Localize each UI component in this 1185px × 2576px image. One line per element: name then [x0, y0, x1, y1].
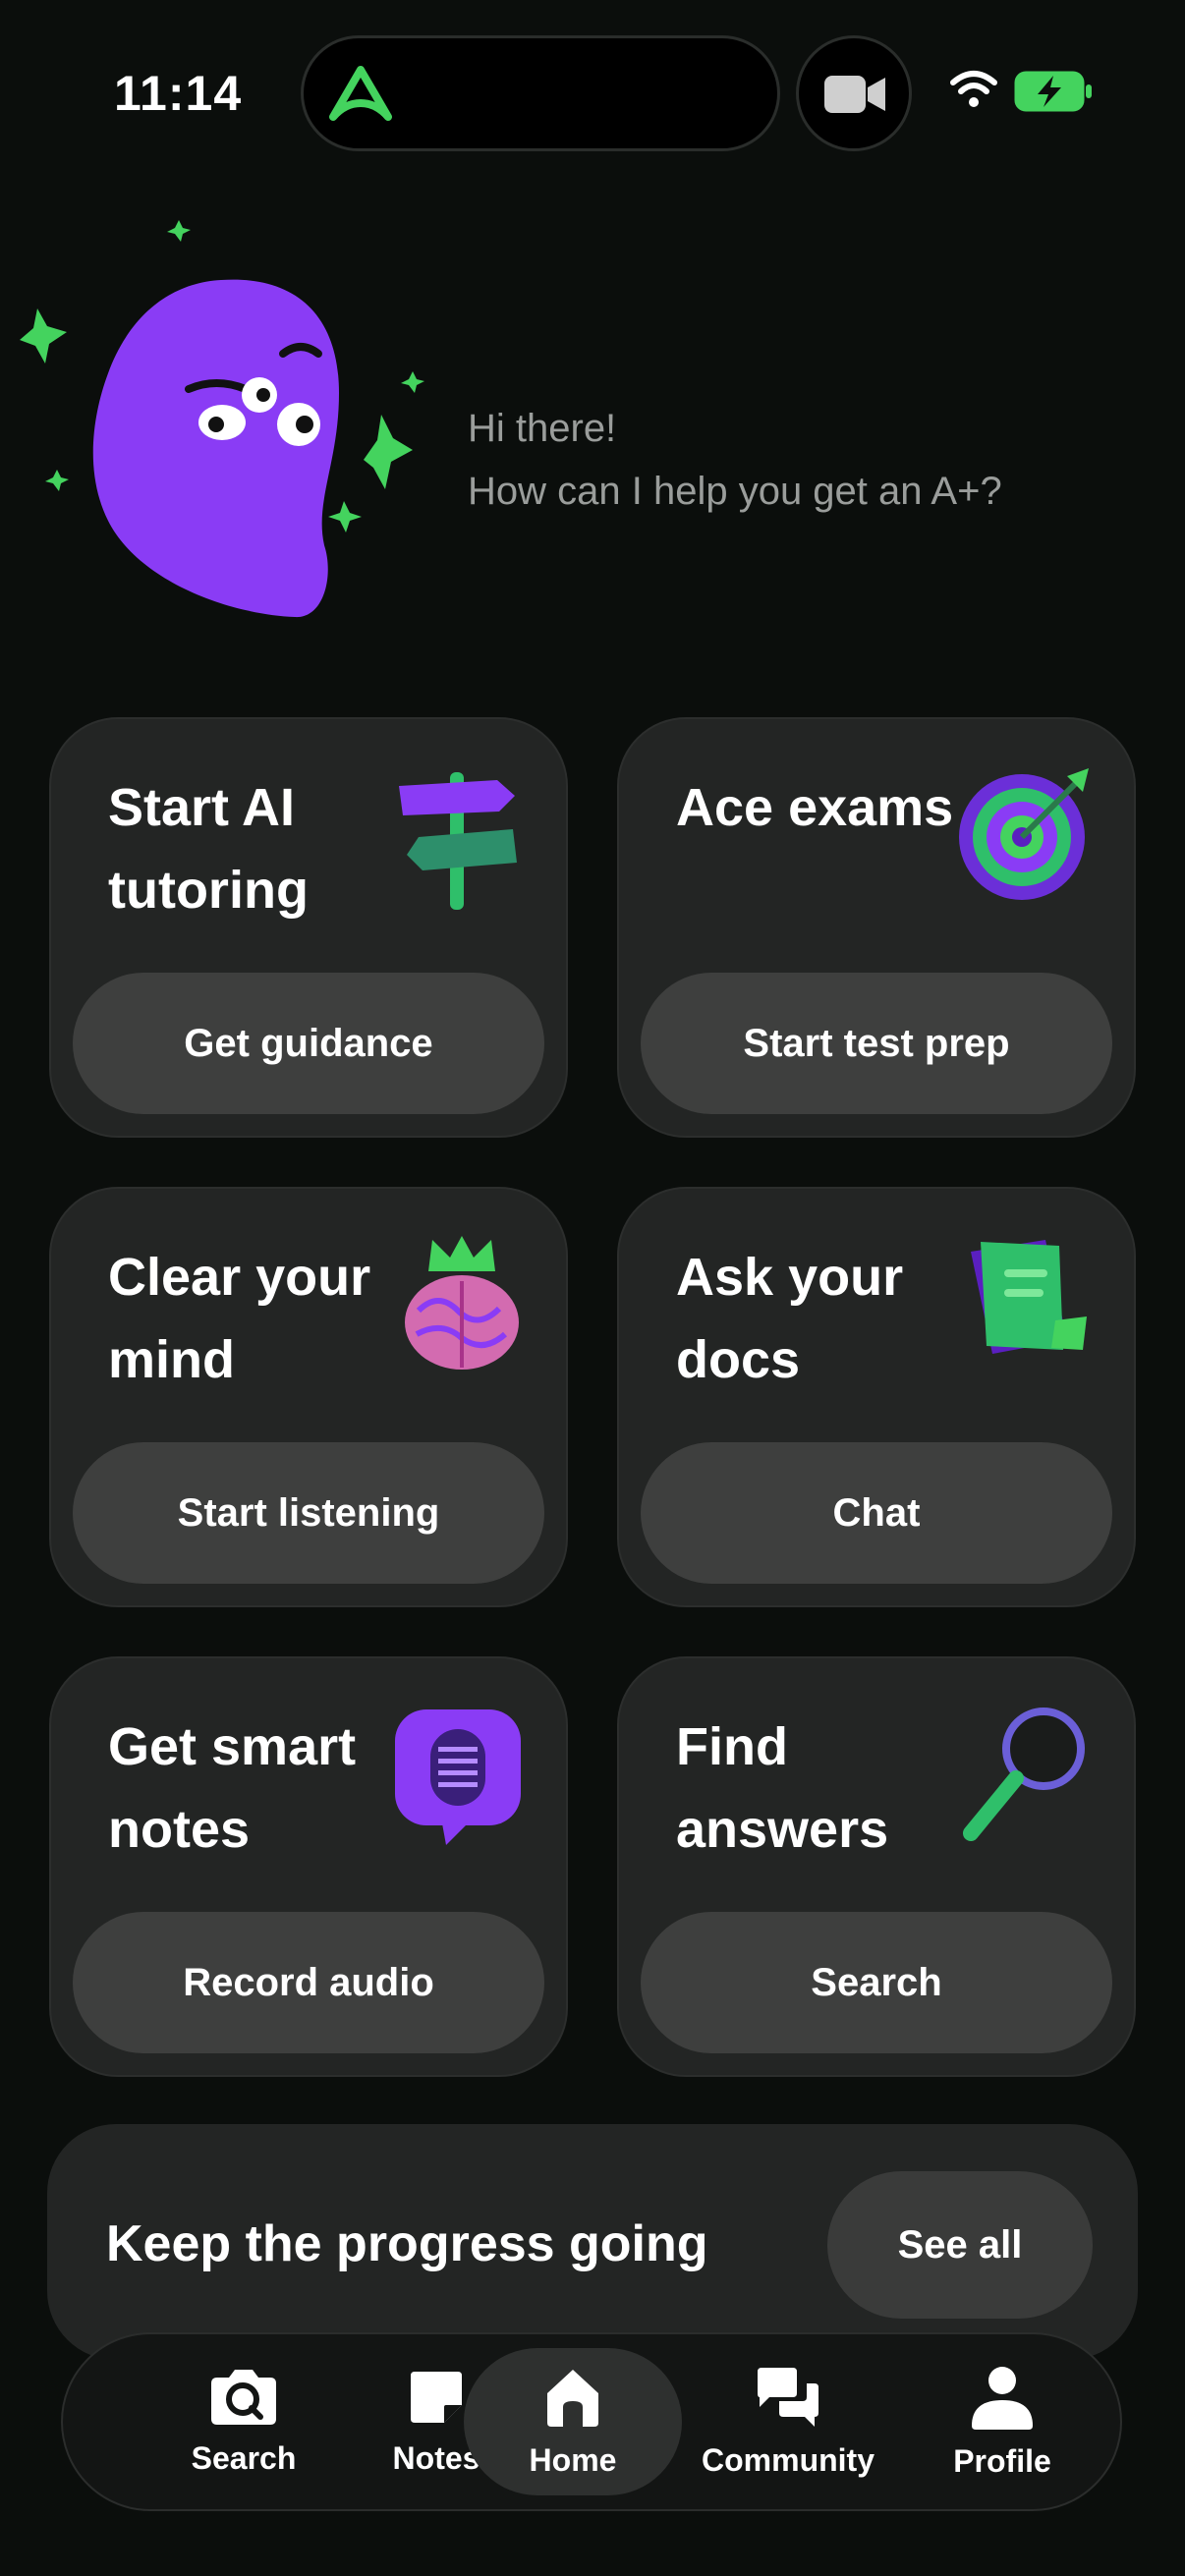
dynamic-island: [301, 35, 780, 151]
card-clear-your-mind[interactable]: Clear your mind Start listening: [49, 1187, 568, 1607]
search-button[interactable]: Search: [641, 1912, 1112, 2053]
card-title: Ask your docs: [676, 1248, 904, 1389]
tab-label: Search: [191, 2439, 297, 2476]
target-icon: [959, 768, 1089, 900]
card-title: Start AI tutoring: [108, 778, 309, 920]
card-get-smart-notes[interactable]: Get smart notes Record audio: [49, 1656, 568, 2077]
card-ace-exams[interactable]: Ace exams Start test prep: [617, 717, 1136, 1138]
tab-profile[interactable]: Profile: [904, 2334, 1100, 2509]
chat-bubbles-icon: [758, 2367, 818, 2427]
tab-label: Profile: [953, 2442, 1051, 2479]
get-guidance-button[interactable]: Get guidance: [73, 973, 544, 1114]
card-title: Ace exams: [676, 778, 954, 837]
chat-button[interactable]: Chat: [641, 1442, 1112, 1584]
card-ask-your-docs[interactable]: Ask your docs Chat: [617, 1187, 1136, 1607]
card-find-answers[interactable]: Find answers Search: [617, 1656, 1136, 2077]
wifi-icon: [950, 71, 997, 107]
status-time: 11:14: [114, 66, 243, 121]
video-camera-icon: [824, 76, 885, 113]
app-logo-icon: [329, 66, 392, 121]
tab-home[interactable]: Home: [464, 2348, 682, 2495]
brain-crown-icon: [405, 1236, 519, 1370]
record-audio-button[interactable]: Record audio: [73, 1912, 544, 2053]
bottom-tab-bar: Search Notes Home Community Profile: [61, 2332, 1122, 2511]
microphone-bubble-icon: [395, 1709, 521, 1845]
tab-label: Community: [702, 2441, 875, 2478]
greeting-text: Hi there! How can I help you get an A+?: [468, 397, 1002, 523]
progress-section: Keep the progress going See all: [47, 2124, 1138, 2360]
see-all-button[interactable]: See all: [827, 2171, 1093, 2319]
card-title: Get smart notes: [108, 1717, 357, 1859]
tab-community[interactable]: Community: [690, 2334, 886, 2509]
greeting-line-1: Hi there!: [468, 407, 617, 450]
start-test-prep-button[interactable]: Start test prep: [641, 973, 1112, 1114]
camera-indicator: [796, 35, 912, 151]
note-icon: [411, 2371, 462, 2423]
battery-charging-icon: [1014, 71, 1092, 112]
person-icon: [972, 2366, 1033, 2430]
card-title: Find answers: [676, 1717, 889, 1859]
home-icon: [547, 2369, 598, 2427]
camera-search-icon: [211, 2369, 276, 2425]
signpost-icon: [399, 772, 517, 910]
document-icon: [971, 1240, 1087, 1354]
tab-search[interactable]: Search: [145, 2334, 342, 2509]
greeting-line-2: How can I help you get an A+?: [468, 470, 1002, 513]
start-listening-button[interactable]: Start listening: [73, 1442, 544, 1584]
magnifier-icon: [963, 1708, 1085, 1841]
card-start-ai-tutoring[interactable]: Start AI tutoring Get guidance: [49, 717, 568, 1138]
tab-label: Home: [529, 2441, 617, 2478]
ghost-mascot-image: [20, 220, 424, 618]
card-title: Clear your mind: [108, 1248, 371, 1389]
progress-title: Keep the progress going: [106, 2215, 708, 2272]
